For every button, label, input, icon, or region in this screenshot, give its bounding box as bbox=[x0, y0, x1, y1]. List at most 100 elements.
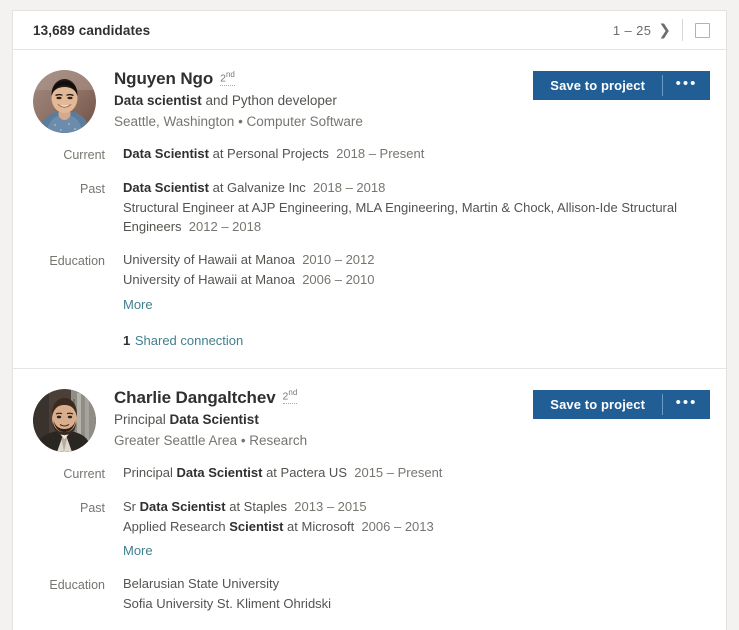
current-label: Current bbox=[63, 466, 105, 481]
candidate-name[interactable]: Nguyen Ngo bbox=[114, 69, 213, 89]
experience-entry: Structural Engineer at AJP Engineering, … bbox=[123, 199, 710, 237]
overflow-menu-button[interactable]: ••• bbox=[663, 389, 710, 419]
candidate-details: Current Principal Data Scientist at Pact… bbox=[33, 464, 710, 630]
experience-title: Data Scientist bbox=[176, 464, 263, 480]
past-label: Past bbox=[79, 181, 105, 196]
past-label: Past bbox=[79, 500, 105, 515]
education-row: Education University of Hawaii at Manoa … bbox=[33, 251, 710, 315]
experience-company: at Galvanize Inc bbox=[208, 179, 306, 195]
experience-prefix: Applied Research bbox=[123, 518, 230, 534]
education-entry: University of Hawaii at Manoa 2010 – 201… bbox=[123, 251, 710, 270]
experience-company: at Pactera US bbox=[262, 464, 347, 480]
candidate-actions: Save to project ••• bbox=[533, 71, 710, 100]
education-entry: Belarusian State University bbox=[123, 575, 710, 594]
candidate-details: Current Data Scientist at Personal Proje… bbox=[33, 145, 710, 348]
candidate-name-line: Nguyen Ngo 2nd bbox=[114, 69, 523, 89]
candidate-location-industry: Greater Seattle Area • Research bbox=[114, 433, 308, 449]
experience-dates: 2018 – Present bbox=[336, 146, 425, 161]
experience-title: Data Scientist bbox=[139, 498, 226, 514]
candidate-card: Nguyen Ngo 2nd Data scientist and Python… bbox=[13, 50, 726, 369]
headline-bold: Data Scientist bbox=[169, 411, 259, 427]
candidate-location-industry: Seattle, Washington • Computer Software bbox=[114, 114, 363, 130]
current-row: Current Principal Data Scientist at Pact… bbox=[33, 464, 710, 484]
education-school: Sofia University St. Kliment Ohridski bbox=[123, 596, 332, 612]
candidate-search-page: 13,689 candidates 1 – 25 ❯ Nguyen Ngo 2n… bbox=[0, 0, 739, 630]
education-entry: Sofia University St. Kliment Ohridski bbox=[123, 595, 710, 614]
save-to-project-button[interactable]: Save to project bbox=[533, 71, 662, 100]
headline-bold: Data scientist bbox=[114, 93, 202, 108]
candidate-name-line: Charlie Dangaltchev 2nd bbox=[114, 388, 523, 408]
pagination-range: 1 – 25 bbox=[612, 22, 652, 38]
experience-dates: 2015 – Present bbox=[354, 464, 443, 480]
candidate-name[interactable]: Charlie Dangaltchev bbox=[114, 388, 276, 408]
candidate-header: Charlie Dangaltchev 2nd Principal Data S… bbox=[33, 387, 710, 452]
experience-prefix: Principal bbox=[123, 464, 177, 480]
experience-company: at Personal Projects bbox=[208, 146, 329, 161]
avatar-photo-nguyen-ngo bbox=[33, 70, 96, 133]
shared-connections-count: 1 bbox=[123, 332, 131, 348]
candidate-headline: Data scientist and Python developer bbox=[114, 92, 523, 110]
experience-dates: 2018 – 2018 bbox=[313, 179, 386, 195]
past-row: Past Data Scientist at Galvanize Inc 201… bbox=[33, 179, 710, 238]
candidate-headline: Principal Data Scientist bbox=[114, 411, 523, 429]
past-value: Data Scientist at Galvanize Inc 2018 – 2… bbox=[123, 179, 710, 238]
candidate-identity: Nguyen Ngo 2nd Data scientist and Python… bbox=[114, 68, 523, 131]
select-all-checkbox[interactable] bbox=[695, 22, 710, 38]
overflow-menu-button[interactable]: ••• bbox=[663, 71, 710, 100]
chevron-right-icon[interactable]: ❯ bbox=[658, 22, 671, 38]
experience-title: Data Scientist bbox=[123, 146, 209, 161]
header-divider bbox=[682, 19, 683, 41]
experience-entry: Applied Research Scientist at Microsoft … bbox=[123, 518, 710, 537]
experience-entry: Data Scientist at Personal Projects 2018… bbox=[123, 145, 710, 164]
experience-entry: Data Scientist at Galvanize Inc 2018 – 2… bbox=[123, 179, 710, 198]
connection-degree-badge: 2nd bbox=[220, 69, 235, 86]
current-value: Data Scientist at Personal Projects 2018… bbox=[123, 145, 710, 165]
experience-prefix: Sr bbox=[123, 498, 140, 514]
education-row: Education Belarusian State University So… bbox=[33, 575, 710, 615]
avatar-photo-charlie-dangaltchev bbox=[33, 388, 96, 452]
shared-connections: 1 Shared connection bbox=[123, 333, 710, 348]
avatar[interactable] bbox=[33, 70, 96, 133]
experience-dates: 2006 – 2013 bbox=[361, 518, 434, 534]
education-school: University of Hawaii at Manoa bbox=[123, 252, 295, 268]
experience-company: at Microsoft bbox=[283, 518, 355, 534]
education-school: Belarusian State University bbox=[123, 576, 280, 592]
experience-entry: Sr Data Scientist at Staples 2013 – 2015 bbox=[123, 498, 710, 517]
results-header: 13,689 candidates 1 – 25 ❯ bbox=[13, 11, 726, 50]
experience-title: Scientist bbox=[229, 518, 284, 534]
current-row: Current Data Scientist at Personal Proje… bbox=[33, 145, 710, 165]
education-label: Education bbox=[49, 254, 105, 269]
experience-title: Data Scientist bbox=[123, 179, 209, 195]
past-row: Past Sr Data Scientist at Staples 2013 –… bbox=[33, 498, 710, 562]
headline-rest: and Python developer bbox=[201, 93, 337, 108]
shared-connections-link[interactable]: Shared connection bbox=[135, 333, 243, 348]
header-controls: 1 – 25 ❯ bbox=[613, 19, 710, 41]
candidate-actions: Save to project ••• bbox=[533, 389, 710, 419]
education-entry: University of Hawaii at Manoa 2006 – 201… bbox=[123, 271, 710, 290]
experience-dates: 2012 – 2018 bbox=[188, 218, 262, 234]
education-label: Education bbox=[49, 578, 105, 593]
education-school: University of Hawaii at Manoa bbox=[123, 272, 295, 288]
save-to-project-button[interactable]: Save to project bbox=[533, 389, 662, 419]
results-card: 13,689 candidates 1 – 25 ❯ Nguyen Ngo 2n… bbox=[12, 10, 727, 630]
degree-suffix: nd bbox=[288, 388, 298, 398]
degree-suffix: nd bbox=[225, 69, 235, 79]
education-value: Belarusian State University Sofia Univer… bbox=[123, 575, 710, 615]
experience-entry: Principal Data Scientist at Pactera US 2… bbox=[123, 464, 710, 483]
avatar[interactable] bbox=[33, 388, 96, 452]
current-value: Principal Data Scientist at Pactera US 2… bbox=[123, 464, 710, 484]
past-value: Sr Data Scientist at Staples 2013 – 2015… bbox=[123, 498, 710, 562]
experience-company: at Staples bbox=[225, 498, 288, 514]
experience-dates: 2013 – 2015 bbox=[294, 498, 367, 514]
results-count: 13,689 candidates bbox=[33, 22, 151, 38]
education-dates: 2006 – 2010 bbox=[302, 272, 375, 288]
education-dates: 2010 – 2012 bbox=[302, 252, 375, 268]
candidate-card: Charlie Dangaltchev 2nd Principal Data S… bbox=[13, 369, 726, 630]
more-link[interactable]: More bbox=[123, 296, 153, 315]
candidate-identity: Charlie Dangaltchev 2nd Principal Data S… bbox=[114, 387, 523, 450]
more-link[interactable]: More bbox=[123, 542, 153, 561]
pagination: 1 – 25 ❯ bbox=[612, 22, 682, 38]
current-label: Current bbox=[63, 148, 105, 162]
headline-prefix: Principal bbox=[114, 411, 170, 427]
education-value: University of Hawaii at Manoa 2010 – 201… bbox=[123, 251, 710, 315]
